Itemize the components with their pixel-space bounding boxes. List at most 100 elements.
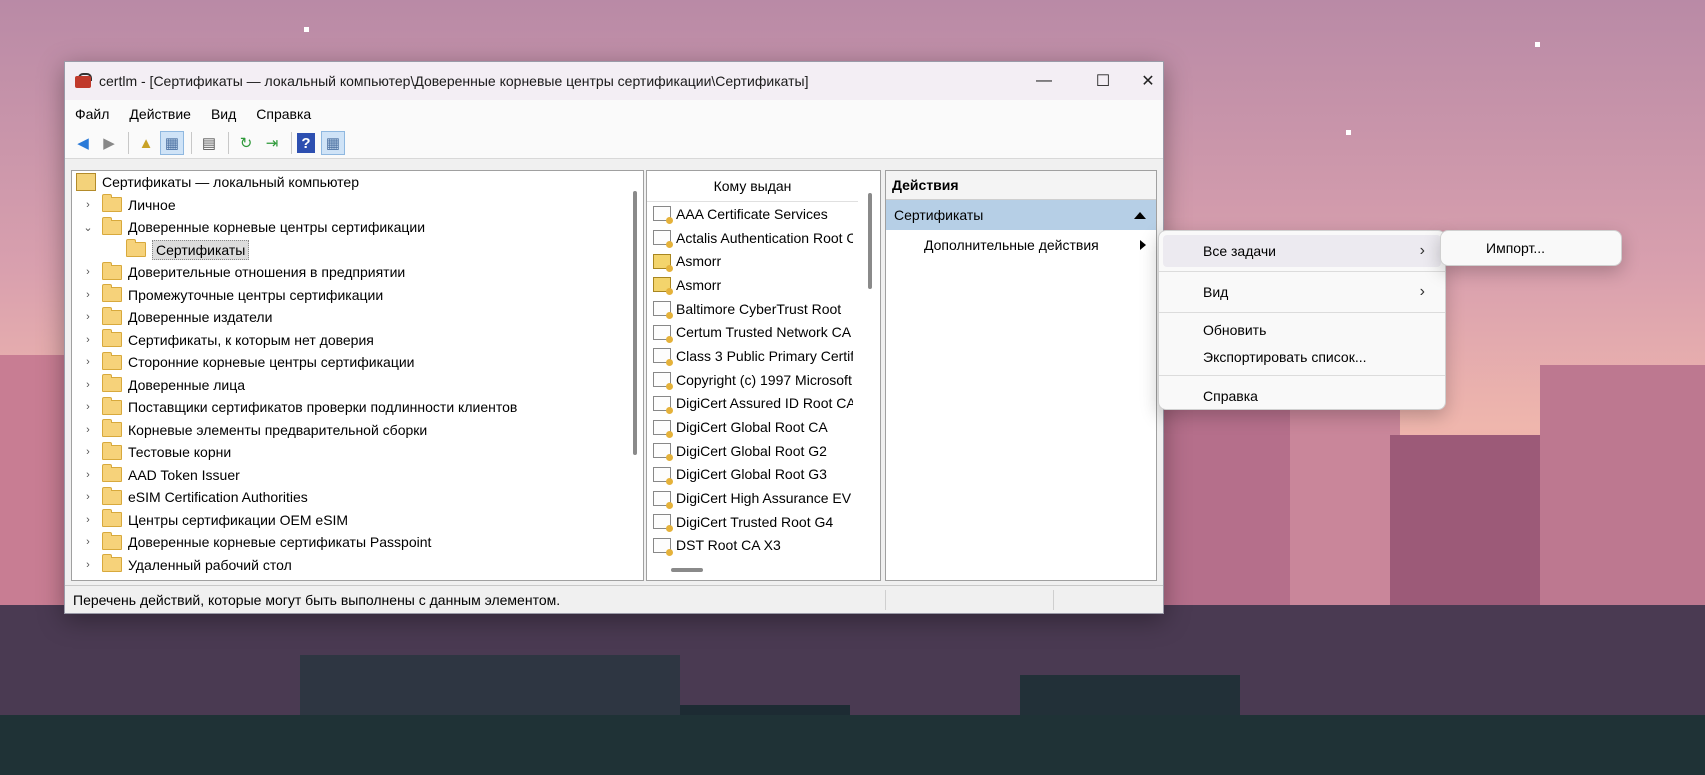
- collapse-triangle-icon[interactable]: [1134, 212, 1146, 219]
- list-item[interactable]: Asmorr: [647, 249, 853, 273]
- chevron-right-icon[interactable]: ›: [80, 356, 96, 368]
- show-action-pane-icon[interactable]: ▦: [321, 131, 345, 155]
- maximize-button[interactable]: ☐: [1074, 62, 1132, 100]
- submenu-triangle-icon: [1140, 240, 1146, 250]
- list-item[interactable]: DigiCert Trusted Root G4: [647, 510, 853, 534]
- tree-item-aad-token-issuer[interactable]: › AAD Token Issuer: [72, 464, 643, 487]
- list-item[interactable]: DigiCert Global Root G2: [647, 439, 853, 463]
- list-item[interactable]: Class 3 Public Primary Certifi: [647, 344, 853, 368]
- chevron-right-icon[interactable]: ›: [80, 334, 96, 346]
- tree-item-passpoint[interactable]: › Доверенные корневые сертификаты Passpo…: [72, 531, 643, 554]
- folder-icon: [102, 419, 122, 438]
- menu-view[interactable]: Вид: [211, 106, 236, 122]
- list-item-label: DigiCert Global Root G3: [676, 466, 827, 483]
- tree-item-label: Удаленный рабочий стол: [128, 556, 292, 573]
- properties-icon[interactable]: ▤: [197, 131, 221, 155]
- list-item-label: DigiCert Trusted Root G4: [676, 513, 834, 530]
- tree-item-untrusted[interactable]: › Сертификаты, к которым нет доверия: [72, 329, 643, 352]
- tree-item-preview-build-roots[interactable]: › Корневые элементы предварительной сбор…: [72, 419, 643, 442]
- back-arrow-icon[interactable]: ◀: [71, 131, 95, 155]
- list-horizontal-scrollbar[interactable]: [671, 568, 703, 572]
- forward-arrow-icon[interactable]: ▶: [97, 131, 121, 155]
- certificate-app-icon: [75, 73, 93, 89]
- tree-item-personal[interactable]: › Личное: [72, 194, 643, 217]
- chevron-right-icon[interactable]: ›: [80, 379, 96, 391]
- list-item[interactable]: DigiCert Global Root G3: [647, 463, 853, 487]
- tree-item-enterprise-trust[interactable]: › Доверительные отношения в предприятии: [72, 261, 643, 284]
- tree-item-remote-desktop[interactable]: › Удаленный рабочий стол: [72, 554, 643, 577]
- title-bar[interactable]: certlm - [Сертификаты — локальный компью…: [65, 62, 1163, 100]
- chevron-right-icon[interactable]: ›: [80, 514, 96, 526]
- list-item[interactable]: Certum Trusted Network CA: [647, 320, 853, 344]
- tree-item-client-auth-issuers[interactable]: › Поставщики сертификатов проверки подли…: [72, 396, 643, 419]
- tree-item-certificates[interactable]: Сертификаты: [72, 239, 643, 262]
- folder-icon: [102, 464, 122, 483]
- list-item[interactable]: DigiCert Assured ID Root CA: [647, 392, 853, 416]
- context-menu: Все задачи › Вид › Обновить Экспортирова…: [1158, 230, 1446, 410]
- folder-icon: [102, 351, 122, 370]
- certificate-icon: [653, 206, 673, 225]
- chevron-right-icon[interactable]: ›: [80, 401, 96, 413]
- list-item[interactable]: Actalis Authentication Root C: [647, 226, 853, 250]
- up-folder-icon[interactable]: ▲: [134, 131, 158, 155]
- tree-item-esim-ca[interactable]: › eSIM Certification Authorities: [72, 486, 643, 509]
- menu-help[interactable]: Справка: [256, 106, 311, 122]
- tree-root[interactable]: Сертификаты — локальный компьютер: [72, 171, 643, 194]
- chevron-right-icon[interactable]: ›: [80, 491, 96, 503]
- list-vertical-scrollbar[interactable]: [868, 193, 872, 289]
- chevron-right-icon[interactable]: ›: [80, 536, 96, 548]
- help-icon[interactable]: ?: [297, 133, 315, 153]
- tree-item-test-roots[interactable]: › Тестовые корни: [72, 441, 643, 464]
- tree-item-third-party-root[interactable]: › Сторонние корневые центры сертификации: [72, 351, 643, 374]
- toolbar-separator: [228, 132, 229, 154]
- column-header-issued-to[interactable]: Кому выдан: [647, 171, 858, 202]
- list-item[interactable]: Baltimore CyberTrust Root: [647, 297, 853, 321]
- actions-group-certificates[interactable]: Сертификаты: [886, 200, 1156, 230]
- export-list-icon[interactable]: ⇥: [260, 131, 284, 155]
- show-console-tree-icon[interactable]: ▦: [160, 131, 184, 155]
- menu-item-view[interactable]: Вид ›: [1159, 276, 1445, 308]
- menu-item-label: Импорт...: [1486, 240, 1546, 256]
- tree-item-label: AAD Token Issuer: [128, 466, 240, 483]
- menu-item-export-list[interactable]: Экспортировать список...: [1159, 344, 1445, 371]
- menu-action[interactable]: Действие: [129, 106, 191, 122]
- menu-file[interactable]: Файл: [75, 106, 109, 122]
- chevron-right-icon[interactable]: ›: [80, 311, 96, 323]
- list-item[interactable]: AAA Certificate Services: [647, 202, 853, 226]
- list-item[interactable]: Copyright (c) 1997 Microsoft: [647, 368, 853, 392]
- chevron-right-icon[interactable]: ›: [80, 469, 96, 481]
- tree-item-intermediate[interactable]: › Промежуточные центры сертификации: [72, 284, 643, 307]
- menu-item-help[interactable]: Справка: [1159, 380, 1445, 412]
- tree-scrollbar[interactable]: [633, 191, 637, 455]
- minimize-button[interactable]: —: [1015, 62, 1073, 100]
- toolbar-separator: [191, 132, 192, 154]
- list-item[interactable]: DST Root CA X3: [647, 534, 853, 558]
- chevron-right-icon[interactable]: ›: [80, 289, 96, 301]
- chevron-right-icon[interactable]: ›: [80, 199, 96, 211]
- certificate-icon: [653, 324, 673, 343]
- tree-item-oem-esim[interactable]: › Центры сертификации OEM eSIM: [72, 509, 643, 532]
- certificate-icon: [653, 230, 673, 249]
- tree-item-trusted-publishers[interactable]: › Доверенные издатели: [72, 306, 643, 329]
- chevron-down-icon[interactable]: ⌄: [80, 221, 96, 234]
- more-actions-item[interactable]: Дополнительные действия: [886, 230, 1156, 260]
- tree-item-trusted-root[interactable]: ⌄ Доверенные корневые центры сертификаци…: [72, 216, 643, 239]
- menu-item-refresh[interactable]: Обновить: [1159, 317, 1445, 344]
- menu-item-import[interactable]: Импорт...: [1441, 231, 1621, 265]
- refresh-icon[interactable]: ↻: [234, 131, 258, 155]
- close-button[interactable]: ✕: [1133, 62, 1163, 100]
- list-item-label: DST Root CA X3: [676, 537, 781, 554]
- menu-item-all-tasks[interactable]: Все задачи ›: [1163, 235, 1441, 267]
- list-item[interactable]: DigiCert High Assurance EV: [647, 486, 853, 510]
- menu-item-label: Все задачи: [1203, 243, 1276, 259]
- list-item-label: Asmorr: [676, 253, 722, 270]
- chevron-right-icon[interactable]: ›: [80, 559, 96, 571]
- list-item[interactable]: DigiCert Global Root CA: [647, 415, 853, 439]
- chevron-right-icon[interactable]: ›: [80, 266, 96, 278]
- chevron-right-icon[interactable]: ›: [80, 446, 96, 458]
- chevron-right-icon[interactable]: ›: [80, 424, 96, 436]
- tree-item-trusted-people[interactable]: › Доверенные лица: [72, 374, 643, 397]
- tree-item-label: Доверенные корневые сертификаты Passpoin…: [128, 534, 432, 551]
- list-item[interactable]: Asmorr: [647, 273, 853, 297]
- more-actions-label: Дополнительные действия: [924, 237, 1099, 253]
